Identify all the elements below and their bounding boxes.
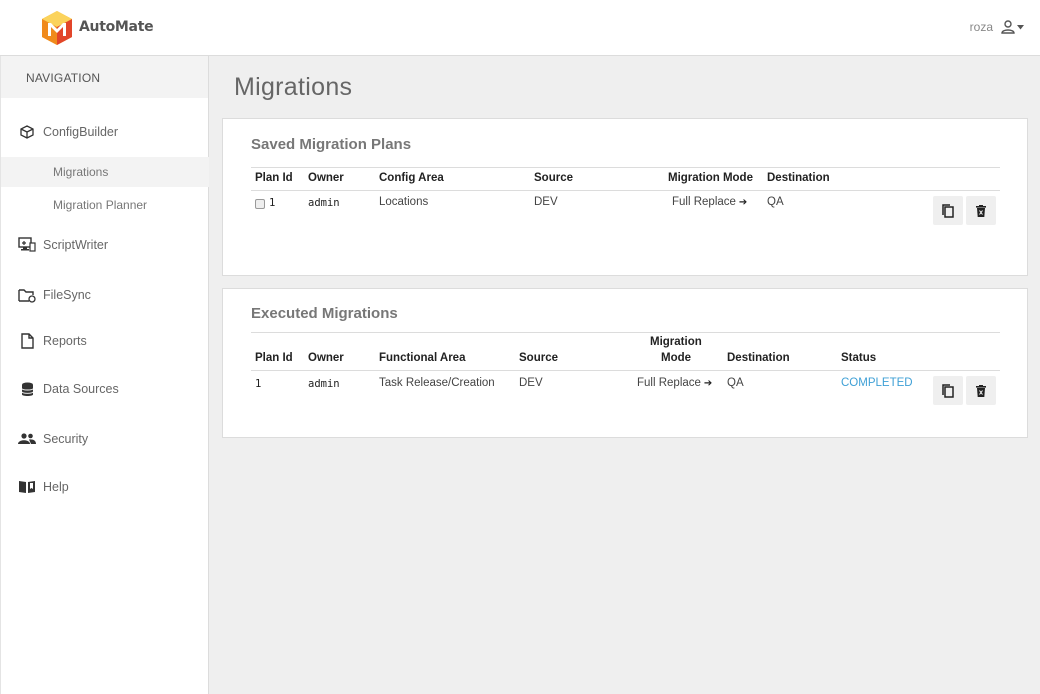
copy-button[interactable] [933,196,963,225]
copy-icon [942,203,954,218]
functional-area-cell: Task Release/Creation [379,377,495,389]
source-cell: DEV [534,196,558,208]
saved-migration-plans-card: Saved Migration Plans Plan Id Owner Conf… [222,118,1028,276]
column-header-status: Status [841,352,877,364]
trash-icon [976,384,986,397]
user-icon [1001,20,1015,34]
sidebar-item-label: Help [43,480,69,494]
sidebar-item-security[interactable]: Security [1,424,209,454]
destination-cell: QA [767,196,784,208]
monitor-icon [18,236,36,254]
sidebar-item-label: Security [43,432,89,446]
column-header-source: Source [519,352,558,364]
database-icon [18,380,36,398]
migration-mode-cell: Full Replace ➔ [637,377,712,389]
source-cell: DEV [519,377,543,389]
delete-button[interactable] [966,376,996,405]
trash-icon [976,204,986,217]
card-title: Executed Migrations [251,305,398,322]
sidebar-item-label: ConfigBuilder [43,125,119,139]
plan-select-checkbox[interactable] [255,199,265,209]
column-header-mode: Mode [661,352,692,364]
sidebar-item-label: FileSync [43,288,91,302]
column-header-source: Source [534,172,573,184]
sidebar-item-migrations[interactable]: Migrations [1,157,209,187]
divider [251,190,1000,191]
brand-name: AutoMate [79,19,154,35]
sidebar: NAVIGATION ConfigBuilder Migrations Migr… [0,56,209,694]
username: roza [969,20,993,34]
owner-cell: admin [308,378,340,390]
column-header-plan-id: Plan Id [255,352,293,364]
config-area-cell: Locations [379,196,429,208]
migration-mode-label: Full Replace [672,196,736,208]
divider [251,370,1000,371]
plan-id-cell: 1 [269,197,276,209]
caret-down-icon [1017,24,1024,29]
column-header-plan-id: Plan Id [255,172,293,184]
plan-id-cell: 1 [255,378,262,390]
copy-button[interactable] [933,376,963,405]
migration-mode-cell: Full Replace ➔ [672,196,747,208]
column-header-migration-mode: Migration Mode [668,172,753,184]
sidebar-item-help[interactable]: Help [1,472,209,502]
column-header-owner: Owner [308,172,344,184]
executed-migrations-card: Executed Migrations Plan Id Owner Functi… [222,288,1028,438]
column-header-destination: Destination [727,352,790,364]
navigation-heading: NAVIGATION [1,56,208,98]
cube-icon [18,123,36,141]
divider [251,332,1000,333]
delete-button[interactable] [966,196,996,225]
sidebar-item-configbuilder[interactable]: ConfigBuilder [1,117,209,147]
automate-logo-icon[interactable] [40,10,74,46]
main-content: Migrations Saved Migration Plans Plan Id… [209,56,1040,694]
user-menu[interactable]: roza [970,17,1024,37]
column-header-destination: Destination [767,172,830,184]
users-icon [18,430,36,448]
sidebar-item-scriptwriter[interactable]: ScriptWriter [1,230,209,260]
copy-icon [942,383,954,398]
sidebar-item-reports[interactable]: Reports [1,326,209,356]
book-icon [18,478,36,496]
column-header-owner: Owner [308,352,344,364]
divider [251,167,1000,168]
arrow-right-icon: ➔ [738,197,748,208]
status-badge: COMPLETED [841,377,913,389]
top-bar: AutoMate roza [0,0,1040,56]
arrow-right-icon: ➔ [703,378,713,389]
column-header-config-area: Config Area [379,172,444,184]
card-title: Saved Migration Plans [251,136,412,153]
sidebar-item-migration-planner[interactable]: Migration Planner [1,190,209,220]
sidebar-item-label: Reports [43,334,87,348]
folder-sync-icon [18,286,36,304]
document-icon [18,332,36,350]
sidebar-item-label: Data Sources [43,382,119,396]
sidebar-item-label: ScriptWriter [43,238,109,252]
owner-cell: admin [308,197,340,209]
migration-mode-label: Full Replace [637,377,701,389]
page-title: Migrations [234,73,353,101]
sidebar-item-filesync[interactable]: FileSync [1,280,209,310]
destination-cell: QA [727,377,744,389]
column-header-migration: Migration [650,336,702,348]
column-header-functional-area: Functional Area [379,352,466,364]
sidebar-item-data-sources[interactable]: Data Sources [1,374,209,404]
